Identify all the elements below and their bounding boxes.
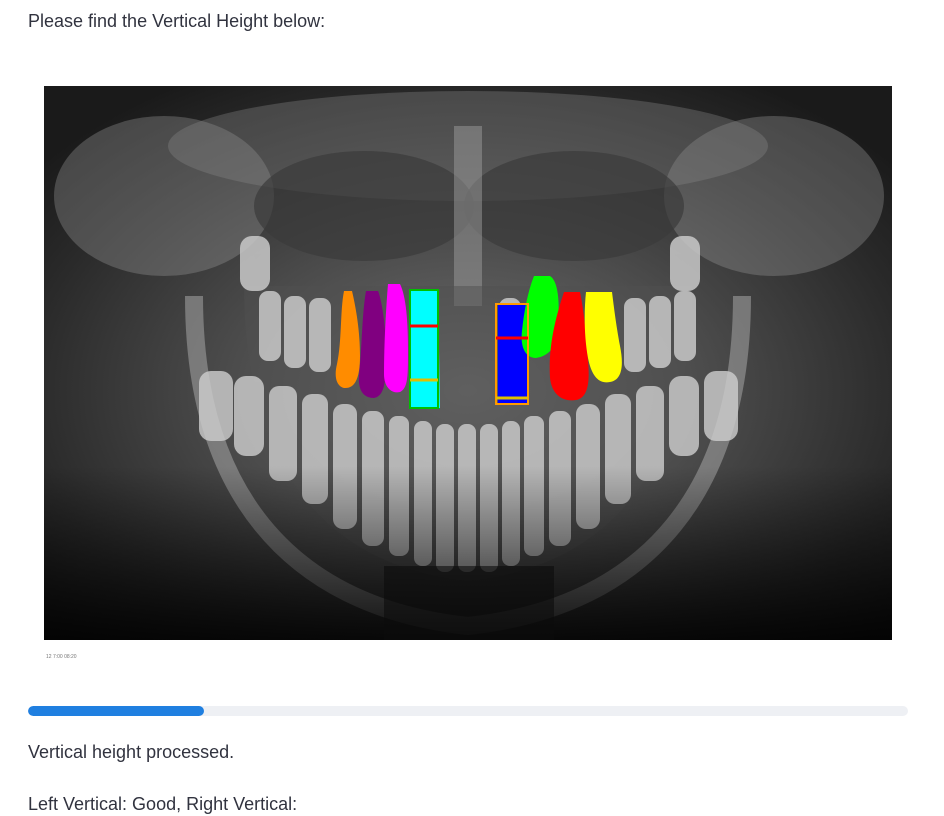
magenta-tooth-mask	[384, 284, 408, 393]
image-caption: 12 7:00 08:20	[46, 654, 77, 660]
panoramic-xray-image: 12 7:00 08:20	[44, 86, 892, 660]
vertical-result-message: Left Vertical: Good, Right Vertical:	[28, 794, 298, 814]
dental-xray-figure: 12 7:00 08:20	[44, 86, 892, 660]
status-message: Vertical height processed.	[28, 742, 235, 762]
progress-bar-fill	[28, 706, 204, 716]
page-heading: Please find the Vertical Height below:	[28, 11, 326, 31]
cyan-tooth-mask	[410, 290, 440, 408]
progress-bar	[28, 706, 908, 716]
